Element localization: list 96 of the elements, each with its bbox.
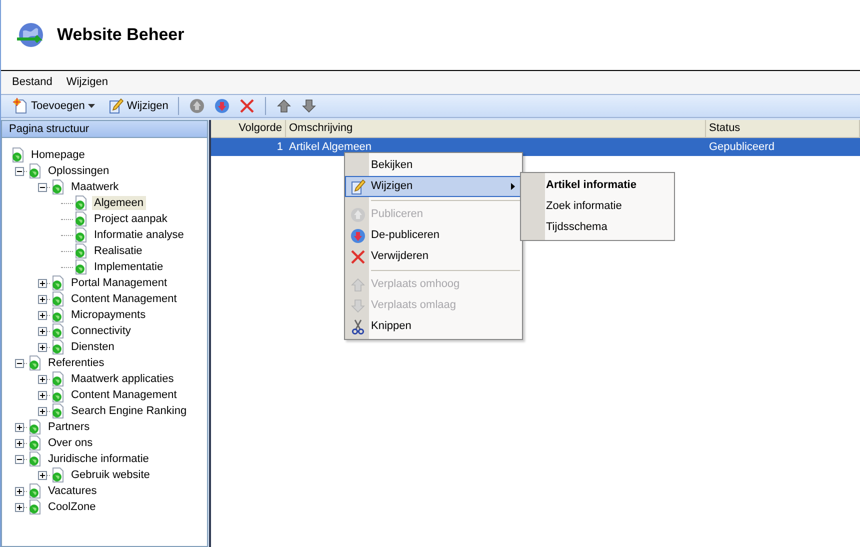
tree-item[interactable]: Informatie analyse [92, 228, 186, 242]
menu-item[interactable]: De-publiceren [345, 225, 522, 246]
menu-item[interactable]: Tijdsschema [521, 217, 674, 238]
tree-item[interactable]: Project aanpak [92, 212, 170, 226]
submenu-arrow-icon [511, 183, 515, 190]
pencil-icon [350, 178, 366, 194]
page-icon [27, 419, 43, 435]
page-icon [27, 483, 43, 499]
menu-item[interactable]: Wijzigen [345, 176, 522, 197]
tree-item[interactable]: Referenties [46, 356, 106, 370]
column-header[interactable]: Volgorde [211, 120, 286, 137]
menu-item[interactable]: Wijzigen [60, 72, 114, 93]
page-icon [50, 403, 66, 419]
tree-item[interactable]: Portal Management [69, 276, 169, 290]
menu-item[interactable]: Bekijken [345, 155, 522, 176]
delete-icon [350, 248, 366, 264]
page-icon [73, 211, 89, 227]
menu-item[interactable]: Bestand [6, 72, 58, 93]
page-icon [50, 179, 66, 195]
menu-item[interactable]: Knippen [345, 316, 522, 337]
page-icon [73, 259, 89, 275]
page-icon [50, 291, 66, 307]
page-icon [27, 499, 43, 515]
page-icon [73, 243, 89, 259]
page-icon [10, 147, 26, 163]
tree-item[interactable]: Maatwerk [69, 180, 121, 194]
tree-item[interactable]: Gebruik website [69, 468, 152, 482]
table-row[interactable]: 1 Artikel Algemeen Gepubliceerd [211, 138, 860, 156]
tree-item[interactable]: Over ons [46, 436, 95, 450]
page-icon [73, 195, 89, 211]
edit-button[interactable]: Wijzigen [104, 96, 172, 116]
add-button[interactable]: Toevoegen [9, 96, 98, 116]
expand-icon[interactable] [38, 342, 47, 352]
tree-item[interactable]: Algemeen [92, 196, 146, 210]
tree-item[interactable]: Search Engine Ranking [69, 404, 189, 418]
tree-item[interactable]: Oplossingen [46, 164, 112, 178]
app-title: Website Beheer [57, 24, 184, 46]
table-cell-text: Gepubliceerd [708, 140, 776, 155]
page-icon [50, 387, 66, 403]
page-icon [27, 435, 43, 451]
collapse-icon[interactable] [15, 358, 24, 368]
page-icon [50, 339, 66, 355]
panel-title: Pagina structuur [2, 121, 207, 138]
expand-icon[interactable] [38, 470, 47, 480]
expand-icon[interactable] [15, 502, 24, 512]
upload-icon [350, 206, 366, 222]
pencil-icon [108, 98, 124, 114]
page-icon [50, 307, 66, 323]
tree-item[interactable]: Vacatures [46, 484, 99, 498]
tree-item[interactable]: Juridische informatie [46, 452, 151, 466]
menu-item[interactable]: Zoek informatie [521, 196, 674, 217]
expand-icon[interactable] [15, 422, 24, 432]
new-page-icon [12, 98, 28, 114]
collapse-icon[interactable] [38, 182, 47, 192]
column-header[interactable]: Status [706, 120, 860, 137]
page-icon [50, 371, 66, 387]
page-icon [50, 323, 66, 339]
expand-icon[interactable] [15, 486, 24, 496]
page-icon [50, 467, 66, 483]
page-icon [27, 355, 43, 371]
page-icon [27, 163, 43, 179]
tree-item[interactable]: Realisatie [92, 244, 144, 258]
caret-icon [88, 104, 95, 108]
menu-item[interactable]: Artikel informatie [521, 175, 674, 196]
page-icon [50, 275, 66, 291]
download-icon [350, 228, 366, 244]
table-cell-text: Artikel Algemeen [288, 140, 373, 155]
tree-item[interactable]: Content Management [69, 388, 179, 402]
tree-item[interactable]: Content Management [69, 292, 179, 306]
arrow-up-icon [350, 276, 366, 292]
icon-gutter [521, 173, 545, 240]
table-cell-text: 1 [276, 140, 284, 155]
tree-item[interactable]: Diensten [69, 340, 116, 354]
collapse-icon[interactable] [15, 166, 24, 176]
expand-icon[interactable] [38, 326, 47, 336]
tree-item[interactable]: Homepage [29, 148, 87, 162]
tree-item[interactable]: Implementatie [92, 260, 166, 274]
scissors-icon [350, 318, 366, 334]
expand-icon[interactable] [38, 278, 47, 288]
tree-item[interactable]: Micropayments [69, 308, 148, 322]
expand-icon[interactable] [38, 374, 47, 384]
expand-icon[interactable] [38, 294, 47, 304]
collapse-icon[interactable] [15, 454, 24, 464]
page-icon [27, 451, 43, 467]
expand-icon[interactable] [38, 406, 47, 416]
column-header[interactable]: Omschrijving [286, 120, 706, 137]
expand-icon[interactable] [15, 438, 24, 448]
arrow-down-icon [350, 298, 366, 314]
menu-item[interactable]: Verwijderen [345, 246, 522, 267]
expand-icon[interactable] [38, 390, 47, 400]
page-icon [73, 227, 89, 243]
tree-item[interactable]: Partners [46, 420, 92, 434]
tree-item[interactable]: Connectivity [69, 324, 133, 338]
tree-item[interactable]: CoolZone [46, 500, 98, 514]
expand-icon[interactable] [38, 310, 47, 320]
tree-item[interactable]: Maatwerk applicaties [69, 372, 176, 386]
